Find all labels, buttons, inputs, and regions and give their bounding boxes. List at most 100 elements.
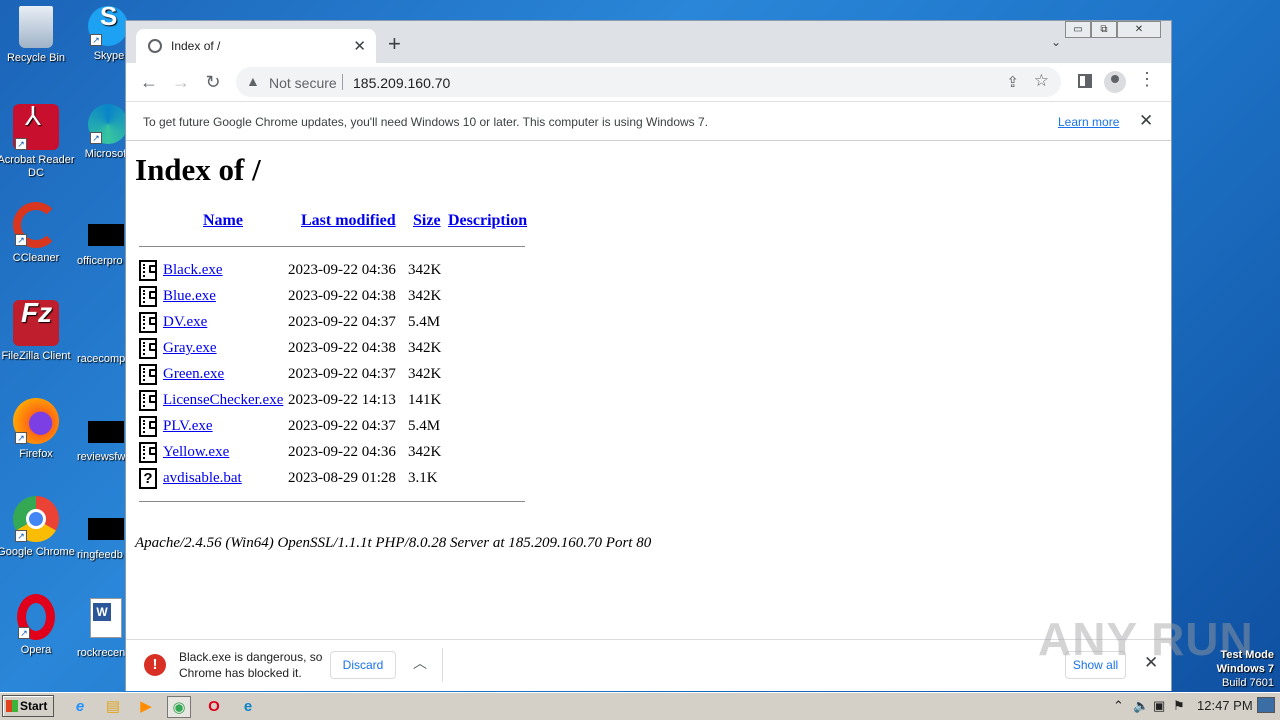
clock[interactable]: 12:47 PM [1197, 698, 1253, 713]
restore-button[interactable]: ⧉ [1091, 21, 1117, 38]
binary-file-icon[interactable] [139, 260, 157, 281]
ie-icon[interactable]: e [68, 696, 92, 718]
globe-icon [148, 39, 162, 53]
column-header-last-modified[interactable]: Last modified [301, 212, 396, 230]
address-bar[interactable]: ▲ Not secure 185.209.160.70 ⇪ ☆ [236, 67, 1061, 97]
media-player-icon[interactable]: ▶ [134, 696, 158, 718]
binary-file-icon[interactable] [139, 416, 157, 437]
file-modified: 2023-09-22 04:38 [288, 288, 396, 304]
tab-close-icon[interactable]: ✕ [353, 37, 366, 55]
forward-button[interactable]: → [168, 69, 194, 95]
side-panel-icon[interactable] [1078, 74, 1092, 88]
file-link[interactable]: Blue.exe [163, 288, 216, 305]
redacted-icon [88, 224, 124, 246]
explorer-icon[interactable]: ▤ [101, 696, 125, 718]
url-text[interactable]: 185.209.160.70 [353, 75, 450, 91]
file-modified: 2023-09-22 04:36 [288, 262, 396, 278]
opera-icon[interactable]: O [202, 696, 226, 718]
windows-version-line: Windows 7 [1216, 663, 1274, 675]
chrome-icon: ↗ [13, 496, 59, 542]
reload-button[interactable]: ↻ [200, 69, 226, 95]
binary-file-icon[interactable] [139, 286, 157, 307]
column-header-name[interactable]: Name [203, 212, 243, 230]
network-icon[interactable]: ▣ [1153, 698, 1165, 714]
warning-icon[interactable]: ▲ [246, 73, 260, 89]
file-size: 3.1K [408, 470, 438, 486]
system-tray: ⌃ 🔈 ▣ ⚑ 12:47 PM [1105, 695, 1280, 719]
divider [342, 74, 343, 90]
desktop-icon-opera[interactable]: ↗ Opera [0, 594, 76, 657]
taskbar: Start e ▤ ▶ ◉ O e ⌃ 🔈 ▣ ⚑ 12:47 PM [0, 692, 1280, 720]
desktop-icon-firefox[interactable]: ↗ Firefox [0, 398, 76, 461]
edge-icon: ↗ [88, 104, 128, 144]
desktop-icon-label: Recycle Bin [6, 52, 66, 64]
binary-file-icon[interactable] [139, 390, 157, 411]
minimize-button[interactable]: ▭ [1065, 21, 1091, 38]
binary-file-icon[interactable] [139, 338, 157, 359]
desktop-icon-skype[interactable]: S ↗ Skype [70, 3, 130, 63]
file-modified: 2023-09-22 14:13 [288, 392, 396, 408]
desktop-icon-label: reviewsfw [77, 451, 126, 463]
desktop-icon-filezilla[interactable]: Fz FileZilla Client [0, 299, 76, 363]
tab-search-chevron-icon[interactable]: ⌄ [1051, 35, 1061, 49]
column-header-size[interactable]: Size [413, 212, 441, 230]
table-row: Blue.exe 2023-09-22 04:38 342K [137, 285, 537, 311]
menu-kebab-icon[interactable]: ⋮ [1138, 69, 1156, 90]
tray-expand-icon[interactable]: ⌃ [1113, 698, 1124, 714]
file-link[interactable]: PLV.exe [163, 418, 213, 435]
chrome-icon[interactable]: ◉ [167, 696, 191, 718]
show-desktop-icon[interactable] [1257, 697, 1275, 713]
file-link[interactable]: Black.exe [163, 262, 223, 279]
share-icon[interactable]: ⇪ [1006, 73, 1019, 91]
binary-file-icon[interactable] [139, 312, 157, 333]
chrome-window: Index of / ✕ + ⌄ ▭ ⧉ ✕ ← → ↻ ▲ Not secur… [125, 20, 1172, 691]
file-size: 141K [408, 392, 442, 408]
desktop-icon-acrobat[interactable]: ⅄ ↗ Acrobat Reader DC [0, 103, 76, 180]
volume-icon[interactable]: 🔈 [1133, 698, 1149, 714]
profile-avatar-icon[interactable] [1104, 71, 1126, 93]
file-modified: 2023-08-29 01:28 [288, 470, 396, 486]
column-header-description[interactable]: Description [448, 212, 527, 230]
discard-button[interactable]: Discard [330, 651, 396, 679]
start-button[interactable]: Start [2, 695, 54, 717]
file-link[interactable]: Green.exe [163, 366, 224, 383]
file-size: 5.4M [408, 418, 441, 434]
word-doc-icon[interactable]: W [90, 598, 122, 638]
server-signature: Apache/2.4.56 (Win64) OpenSSL/1.1.1t PHP… [135, 535, 652, 551]
desktop-icon-chrome[interactable]: ↗ Google Chrome [0, 496, 76, 559]
file-link[interactable]: avdisable.bat [163, 470, 242, 487]
acrobat-icon: ⅄ ↗ [13, 103, 59, 150]
infobar-close-icon[interactable]: ✕ [1139, 111, 1153, 131]
table-row: DV.exe 2023-09-22 04:37 5.4M [137, 311, 537, 337]
action-center-flag-icon[interactable]: ⚑ [1173, 698, 1185, 714]
security-label[interactable]: Not secure [269, 75, 337, 91]
desktop-icon-edge[interactable]: ↗ Microsoft [70, 104, 130, 161]
file-link[interactable]: Yellow.exe [163, 444, 229, 461]
desktop-icon-label: Microsoft [84, 148, 130, 160]
file-link[interactable]: Gray.exe [163, 340, 217, 357]
desktop-icon-label: Google Chrome [0, 546, 75, 558]
edge-icon[interactable]: e [236, 696, 260, 718]
desktop-icon-label: Firefox [19, 448, 53, 460]
learn-more-link[interactable]: Learn more [1058, 115, 1119, 129]
binary-file-icon[interactable] [139, 364, 157, 385]
divider [139, 246, 525, 247]
desktop-icon-recycle-bin[interactable]: Recycle Bin [0, 6, 76, 65]
close-window-button[interactable]: ✕ [1117, 21, 1161, 38]
chevron-up-icon[interactable]: ︿ [413, 653, 427, 673]
back-button[interactable]: ← [136, 69, 162, 95]
file-link[interactable]: LicenseChecker.exe [163, 392, 283, 409]
file-size: 5.4M [408, 314, 441, 330]
table-row: Yellow.exe 2023-09-22 04:36 342K [137, 441, 537, 467]
file-size: 342K [408, 444, 442, 460]
new-tab-button[interactable]: + [388, 31, 401, 57]
firefox-icon: ↗ [13, 398, 59, 444]
unknown-file-icon[interactable]: ? [139, 468, 157, 489]
desktop-icon-ccleaner[interactable]: ↗ CCleaner [0, 202, 76, 265]
ccleaner-icon: ↗ [13, 202, 59, 248]
desktop-icon-label: officerpro [77, 255, 123, 267]
binary-file-icon[interactable] [139, 442, 157, 463]
tab-index[interactable]: Index of / ✕ [136, 29, 376, 63]
bookmark-star-icon[interactable]: ☆ [1034, 71, 1049, 91]
file-link[interactable]: DV.exe [163, 314, 207, 331]
